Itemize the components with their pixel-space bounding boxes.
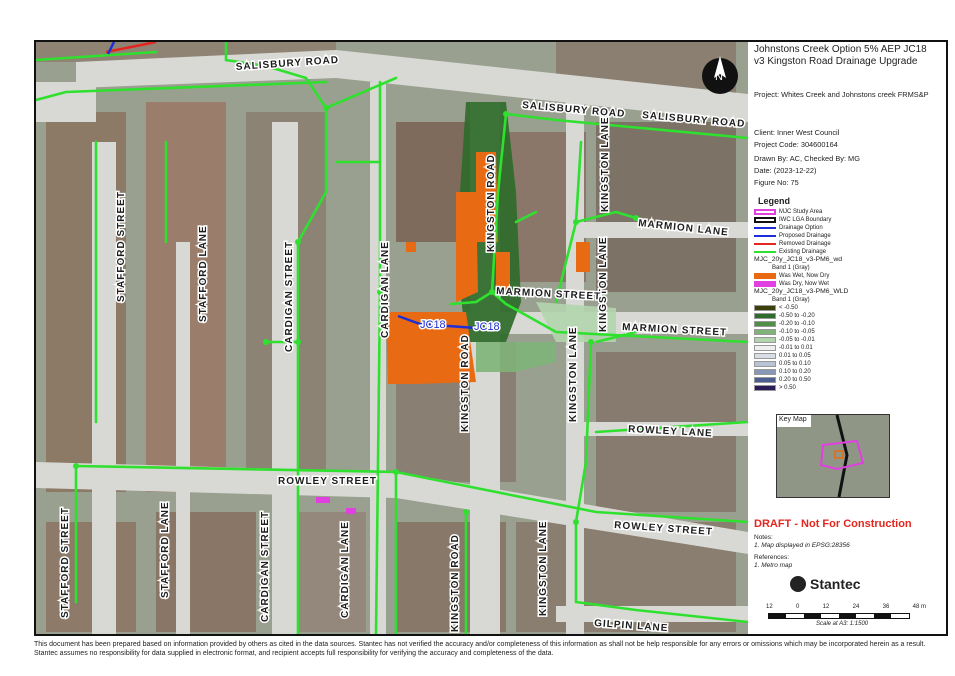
- legend-swatch: [754, 345, 776, 351]
- map-canvas[interactable]: SALISBURY ROAD SALISBURY ROAD SALISBURY …: [36, 42, 748, 634]
- legend-item: 0.05 to 0.10: [754, 360, 811, 368]
- legend-item: Existing Drainage: [754, 248, 826, 256]
- street-label: STAFFORD LANE: [160, 501, 171, 598]
- legend-group-title: MJC_20y_JC18_v3-PM6_wd: [754, 256, 843, 263]
- north-arrow-label: N: [715, 71, 723, 83]
- street-label: KINGSTON ROAD: [460, 334, 471, 432]
- street-label: CARDIGAN LANE: [340, 521, 351, 618]
- street-label: KINGSTON LANE: [538, 520, 549, 616]
- legend-swatch: [754, 305, 776, 311]
- option-label-b: JC18: [474, 321, 500, 333]
- map-svg: SALISBURY ROAD SALISBURY ROAD SALISBURY …: [36, 42, 748, 634]
- street-label: KINGSTON ROAD: [450, 534, 461, 632]
- legend-label: -0.01 to 0.01: [779, 345, 813, 351]
- legend-label: > 0.50: [779, 385, 796, 391]
- legend-swatch: [754, 385, 776, 391]
- legend-item: -0.01 to 0.01: [754, 344, 813, 352]
- legend-item: -0.05 to -0.01: [754, 336, 815, 344]
- references-text: 1. Metro map: [754, 562, 793, 569]
- legend-item: -0.10 to -0.05: [754, 328, 815, 336]
- legend-group-band: Band 1 (Gray): [772, 265, 810, 271]
- notes-title: Notes:: [754, 534, 773, 541]
- date-line: Date: (2023-12-22): [754, 166, 817, 175]
- stantec-logo-icon: [790, 576, 806, 592]
- legend-item: -0.20 to -0.10: [754, 320, 815, 328]
- legend-swatch: [754, 377, 776, 383]
- legend-label: 0.20 to 0.50: [779, 377, 811, 383]
- legend-swatch: [754, 313, 776, 319]
- street-label: STAFFORD STREET: [60, 507, 71, 618]
- legend-swatch: [754, 337, 776, 343]
- drawn-by-line: Drawn By: AC, Checked By: MG: [754, 154, 860, 163]
- stantec-logo: Stantec: [790, 576, 861, 592]
- project-line: Project: Whites Creek and Johnstons cree…: [754, 90, 929, 99]
- street-label: STAFFORD LANE: [198, 225, 209, 322]
- street-label: KINGSTON LANE: [600, 116, 611, 212]
- legend-label: 0.05 to 0.10: [779, 361, 811, 367]
- option-label-a: JC18: [420, 319, 446, 331]
- street-label: KINGSTON LANE: [598, 236, 609, 332]
- legend-item: < -0.50: [754, 304, 798, 312]
- street-label: KINGSTON ROAD: [486, 154, 497, 252]
- references-title: References:: [754, 554, 790, 561]
- street-label: CARDIGAN STREET: [260, 511, 271, 622]
- legend-swatch: [754, 361, 776, 367]
- legend-item: -0.50 to -0.20: [754, 312, 815, 320]
- legend-item: MJC Study Area: [754, 208, 822, 216]
- street-label: ROWLEY STREET: [278, 476, 377, 487]
- key-map-svg: [777, 415, 889, 497]
- notes-text: 1. Map displayed in EPSG:28356: [754, 542, 850, 549]
- client-line: Client: Inner West Council: [754, 128, 840, 137]
- disclaimer: This document has been prepared based on…: [34, 641, 926, 657]
- street-label: CARDIGAN STREET: [284, 241, 295, 352]
- legend-swatch: [754, 329, 776, 335]
- map-title: Johnstons Creek Option 5% AEP JC18 v3 Ki…: [754, 44, 927, 67]
- street-label: CARDIGAN LANE: [380, 241, 391, 338]
- legend-item: Proposed Drainage: [754, 232, 831, 240]
- legend-item: Removed Drainage: [754, 240, 831, 248]
- legend-label: 0.01 to 0.05: [779, 353, 811, 359]
- draft-label: DRAFT - Not For Construction: [754, 518, 912, 530]
- legend-group-band: Band 1 (Gray): [772, 297, 810, 303]
- legend-item: Was Wet, Now Dry: [754, 272, 829, 280]
- legend-group-title: MJC_20y_JC18_v3-PM6_WLD: [754, 288, 849, 295]
- scale-label: Scale at A3: 1:1500: [816, 621, 869, 627]
- key-map-label: Key Map: [779, 416, 807, 423]
- legend-item: IWC LGA Boundary: [754, 216, 831, 224]
- legend-item: 0.10 to 0.20: [754, 368, 811, 376]
- project-code-line: Project Code: 304600164: [754, 140, 838, 149]
- scale-bar: 12 0 12 24 36 48 m Scale at A3: 1:1500: [766, 604, 926, 627]
- legend-label: -0.05 to -0.01: [779, 337, 815, 343]
- legend-item: > 0.50: [754, 384, 796, 392]
- legend-label: < -0.50: [779, 305, 798, 311]
- legend-item: 0.01 to 0.05: [754, 352, 811, 360]
- legend-item: 0.20 to 0.50: [754, 376, 811, 384]
- legend-swatch: [754, 369, 776, 375]
- legend-label: -0.10 to -0.05: [779, 329, 815, 335]
- figure-no-line: Figure No: 75: [754, 178, 799, 187]
- legend-swatch: [754, 321, 776, 327]
- legend-swatch: [754, 353, 776, 359]
- legend-label: -0.20 to -0.10: [779, 321, 815, 327]
- info-panel: Johnstons Creek Option 5% AEP JC18 v3 Ki…: [750, 42, 946, 634]
- street-label: STAFFORD STREET: [116, 191, 127, 302]
- street-label: KINGSTON LANE: [568, 326, 579, 422]
- brand-name: Stantec: [810, 576, 861, 592]
- legend-title: Legend: [758, 196, 791, 206]
- legend-item: Drainage Option: [754, 224, 823, 232]
- legend-label: -0.50 to -0.20: [779, 313, 815, 319]
- legend-item: Was Dry, Now Wet: [754, 280, 829, 288]
- key-map: Key Map: [776, 414, 890, 498]
- legend-label: 0.10 to 0.20: [779, 369, 811, 375]
